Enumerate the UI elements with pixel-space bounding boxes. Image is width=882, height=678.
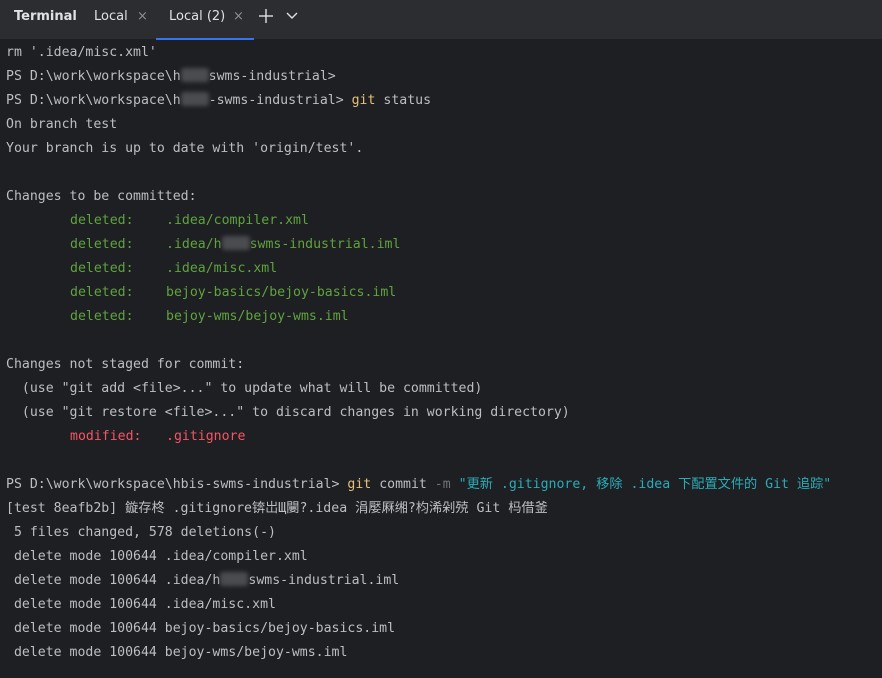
deleted-entry: deleted: .idea/misc.xml — [70, 261, 278, 276]
tab-local-2[interactable]: Local (2) × — [156, 0, 254, 40]
panel-title: Terminal — [14, 9, 77, 24]
prompt-line: PS D:\work\workspace\h swms-industrial> — [6, 68, 336, 84]
output-line: 5 files changed, 578 deletions(-) — [6, 525, 276, 540]
chevron-down-icon[interactable] — [284, 7, 300, 25]
terminal-tab-bar: Terminal Local × Local (2) × — [0, 0, 882, 40]
deleted-entry: deleted: bejoy-wms/bejoy-wms.iml — [70, 309, 349, 324]
commit-message-string: "更新 .gitignore, 移除 .idea 下配置文件的 Git 追踪" — [458, 477, 832, 492]
deleted-entry: deleted: bejoy-basics/bejoy-basics.iml — [70, 285, 397, 300]
plus-icon[interactable] — [257, 4, 275, 28]
git-keyword: git — [351, 93, 376, 108]
output-line: On branch test — [6, 117, 118, 132]
git-keyword: git — [347, 477, 372, 492]
output-line: delete mode 100644 .idea/misc.xml — [6, 597, 276, 612]
hint-line: (use "git restore <file>..." to discard … — [6, 405, 570, 420]
flag-text: -m — [434, 477, 451, 492]
close-icon[interactable]: × — [137, 0, 148, 34]
output-line: delete mode 100644 .idea/compiler.xml — [6, 549, 308, 564]
terminal-window: Terminal Local × Local (2) × rm '.idea/m… — [0, 0, 882, 678]
output-line: [test 8eafb2b] 鏇存柊 .gitignore锛岀Щ闄?.idea … — [6, 501, 548, 516]
tab-local[interactable]: Local × — [82, 0, 156, 40]
deleted-entry: deleted: .idea/compiler.xml — [70, 213, 309, 228]
output-line: Your branch is up to date with 'origin/t… — [6, 141, 364, 156]
tab-label: Local — [94, 9, 128, 24]
output-line: delete mode 100644 .idea/h swms-industria… — [6, 572, 400, 588]
tab-label: Local (2) — [169, 9, 226, 24]
redacted-text — [220, 572, 249, 586]
redacted-text — [180, 92, 209, 106]
redacted-text — [180, 68, 209, 82]
section-heading: Changes to be committed: — [6, 189, 197, 204]
section-heading: Changes not staged for commit: — [6, 357, 245, 372]
close-icon[interactable]: × — [233, 0, 244, 34]
output-line: rm '.idea/misc.xml' — [6, 45, 157, 60]
prompt-line: PS D:\work\workspace\hbis-swms-industria… — [6, 477, 832, 492]
prompt-line: PS D:\work\workspace\h -swms-industrial> … — [6, 92, 432, 108]
hint-line: (use "git add <file>..." to update what … — [6, 381, 483, 396]
terminal-output[interactable]: rm '.idea/misc.xml' PS D:\work\workspace… — [6, 41, 882, 678]
deleted-entry: deleted: .idea/h swms-industrial.iml — [70, 236, 401, 252]
output-line: delete mode 100644 bejoy-wms/bejoy-wms.i… — [6, 645, 348, 660]
modified-entry: modified: .gitignore — [70, 429, 246, 444]
redacted-text — [221, 236, 250, 250]
output-line: delete mode 100644 bejoy-basics/bejoy-ba… — [6, 621, 396, 636]
